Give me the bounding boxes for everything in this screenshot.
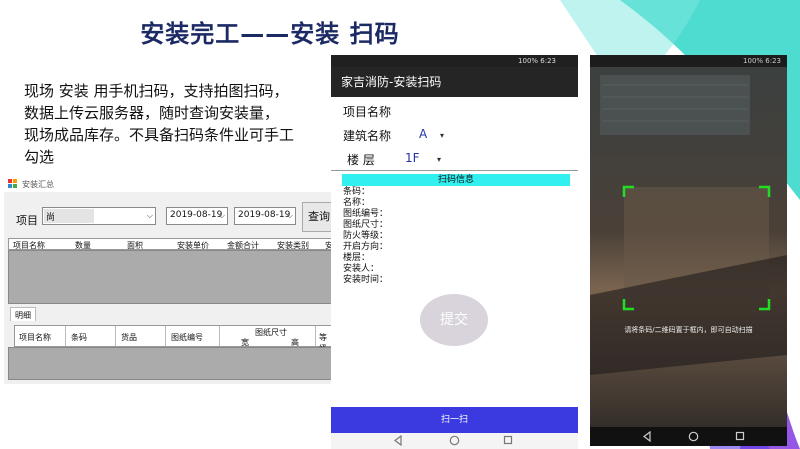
home-icon[interactable] [449,435,460,446]
scan-field-install-time: 安装时间： [343,275,389,285]
app-title: 家吉消防-安装扫码 [331,67,578,97]
column-divider [65,326,66,346]
scan-field-drawing-size: 图纸尺寸： [343,220,389,230]
tab-detail[interactable]: 明细 [10,307,36,321]
scan-field-floor: 楼层： [343,253,371,263]
chevron-down-icon: ⌵ [146,211,153,220]
recents-icon[interactable] [735,431,745,442]
caret-down-icon[interactable]: ▾ [440,131,444,140]
column-header[interactable]: 项目名称 [19,332,51,343]
scan-button[interactable]: 扫一扫 [331,407,578,433]
back-icon[interactable] [642,431,652,442]
status-bar: 100% 6:23 [590,55,787,67]
submit-button[interactable]: 提交 [420,294,488,346]
home-icon[interactable] [688,431,699,442]
detail-grid-body[interactable] [8,347,332,380]
column-divider [115,326,116,346]
column-header[interactable]: 图纸尺寸 [255,327,287,338]
column-header[interactable]: 条码 [71,332,87,343]
slide-title: 安装完工——安装 扫码 [140,20,400,48]
window-titlebar: 安装汇总 [4,176,332,192]
recents-icon[interactable] [503,435,513,446]
install-summary-window: 安装汇总 项目 尚 ⌵ 2019-08-19 ⌵ 2019-08-19 ⌵ 查询… [4,176,336,384]
description-line: 现场成品库存。不具备扫码条件业可手工 [24,126,295,144]
scan-field-name: 名称： [343,198,371,208]
chevron-down-icon: ⌵ [218,211,225,220]
caret-down-icon[interactable]: ▾ [437,155,441,164]
date-to-picker[interactable]: 2019-08-19 ⌵ [234,207,296,225]
column-divider [165,326,166,346]
nav-bar [590,427,787,446]
description-text: 现场 安装 用手机扫码，支持拍图扫码， 数据上传云服务器，随时查询安装量， 现场… [24,80,339,168]
app-icon [8,179,17,188]
column-header[interactable]: 货品 [121,332,137,343]
project-select-value: 尚 [46,213,56,223]
column-header[interactable]: 图纸编号 [171,332,203,343]
column-divider [219,326,220,346]
date-to-value: 2019-08-19 [238,210,291,220]
detail-grid-header: 项目名称 条码 货品 图纸编号 图纸尺寸 宽 高 等级 [14,325,332,353]
project-select[interactable]: 尚 ⌵ [42,207,156,225]
floor-select[interactable]: 1F [405,151,420,165]
description-line: 现场 安装 用手机扫码，支持拍图扫码， [24,82,289,100]
date-from-picker[interactable]: 2019-08-19 ⌵ [166,207,228,225]
scan-field-barcode: 条码： [343,187,371,197]
status-bar: 100% 6:23 [331,55,578,67]
description-line: 勾选 [24,148,55,166]
divider [331,170,578,171]
camera-preview [590,55,787,446]
floor-label: 楼 层 [347,153,375,167]
window-title: 安装汇总 [22,180,54,189]
scan-info-header: 扫码信息 [342,174,570,186]
phone-scan-form: 100% 6:23 家吉消防-安装扫码 项目名称 建筑名称 A ▾ 楼 层 1F… [331,55,578,449]
project-label: 项目 [16,214,38,227]
summary-grid-body[interactable] [8,250,332,304]
building-label: 建筑名称 [343,129,392,143]
scan-hint: 请将条码/二维码置于框内，即可自动扫描 [624,326,753,334]
scan-field-fire-rating: 防火等级： [343,231,389,241]
scan-info-list: 条码： 名称： 图纸编号： 图纸尺寸： 防火等级： 开启方向： 楼层： 安装人：… [343,187,388,286]
query-toolbar: 项目 尚 ⌵ 2019-08-19 ⌵ 2019-08-19 ⌵ 查询 [4,198,336,238]
column-divider [315,326,316,346]
scan-field-opening: 开启方向： [343,242,389,252]
scan-field-installer: 安装人： [343,264,380,274]
phone-scanner: 100% 6:23 请将条码/二维码置于框内，即可自动扫描 [590,55,787,446]
back-icon[interactable] [393,435,403,446]
summary-grid-header: 项目名称 数量 面积 安装单价 金额合计 安装类别 安 [8,238,333,250]
description-line: 数据上传云服务器，随时查询安装量， [24,104,280,122]
chevron-down-icon: ⌵ [286,211,293,220]
building-select[interactable]: A [419,127,427,141]
project-name-label[interactable]: 项目名称 [343,103,391,120]
scan-field-drawing-no: 图纸编号： [343,209,389,219]
nav-bar [331,433,578,449]
date-from-value: 2019-08-19 [170,210,223,220]
